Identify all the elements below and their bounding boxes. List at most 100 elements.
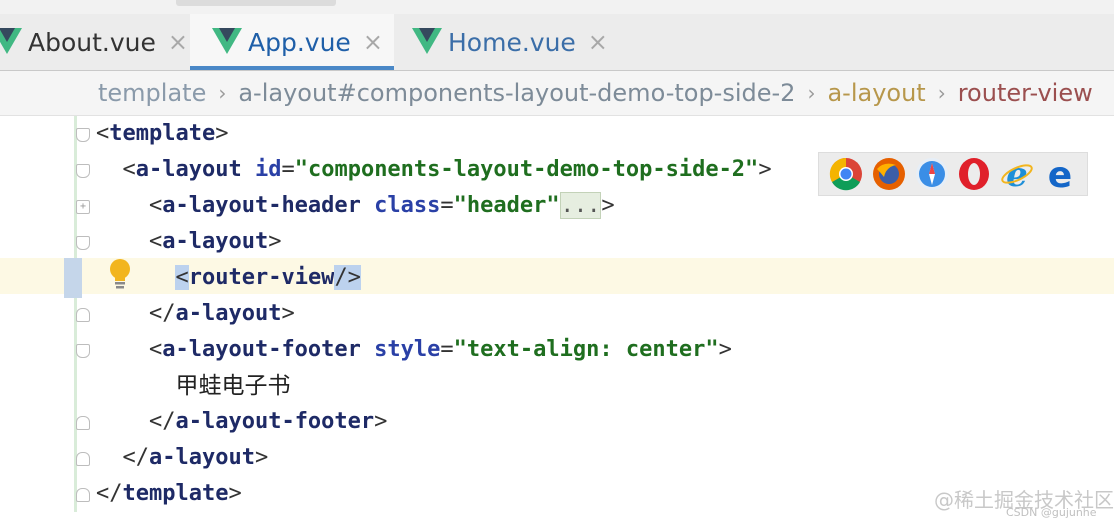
code-editor[interactable]: + <template> <a-layout id="components-la…	[0, 116, 1114, 525]
code-token: <	[148, 193, 163, 218]
tag-name: a-layout-footer	[175, 409, 375, 434]
close-icon[interactable]: ×	[168, 28, 188, 56]
tab-label: About.vue	[28, 27, 156, 57]
caret-line-marker	[64, 258, 82, 298]
tab-home-vue[interactable]: Home.vue ×	[412, 14, 622, 70]
code-line[interactable]: <template>	[96, 116, 228, 152]
code-token: <	[96, 121, 110, 146]
tag-name: a-layout-footer	[162, 337, 361, 362]
code-line[interactable]: </a-layout>	[96, 296, 295, 332]
fold-toggle-icon[interactable]	[76, 452, 90, 466]
code-token: >	[254, 445, 269, 470]
edge-icon[interactable]: e	[1043, 157, 1077, 191]
folded-code-placeholder[interactable]: ...	[559, 192, 602, 219]
tag-name: a-layout	[135, 157, 242, 182]
code-line[interactable]: <a-layout id="components-layout-demo-top…	[96, 152, 772, 188]
selected-bracket: <	[175, 265, 189, 290]
tab-label: Home.vue	[448, 27, 576, 57]
code-line[interactable]: <router-view/>	[96, 260, 361, 296]
breadcrumb-separator: ›	[937, 81, 946, 105]
window-grab-area	[176, 0, 336, 6]
tag-name: template	[122, 481, 229, 506]
attribute-value: "header"	[453, 193, 560, 218]
text-content: 甲蛙电子书	[175, 373, 291, 399]
tag-name: a-layout	[175, 301, 282, 326]
browser-preview-toolbar: e e	[818, 152, 1088, 196]
code-token: </	[148, 301, 176, 326]
breadcrumb-item-template[interactable]: template	[98, 79, 206, 107]
editor-tab-bar: About.vue × App.vue × Home.vue ×	[0, 14, 1114, 71]
code-line[interactable]: </a-layout-footer>	[96, 404, 387, 440]
fold-expand-icon[interactable]: +	[76, 200, 90, 214]
code-token: =	[281, 157, 295, 182]
code-line[interactable]: <a-layout-header class="header"...>	[96, 188, 615, 224]
breadcrumb-item-a-layout[interactable]: a-layout	[827, 79, 925, 107]
fold-toggle-icon[interactable]	[76, 344, 90, 358]
selected-bracket: />	[334, 265, 361, 290]
code-line[interactable]: </a-layout>	[96, 440, 269, 476]
tag-name: a-layout	[149, 445, 255, 470]
code-line[interactable]: <a-layout-footer style="text-align: cent…	[96, 332, 732, 368]
safari-icon[interactable]	[915, 157, 949, 191]
fold-toggle-icon[interactable]	[76, 236, 90, 250]
attribute-name: id	[254, 157, 282, 182]
code-token: >	[268, 229, 282, 254]
fold-toggle-icon[interactable]	[76, 308, 90, 322]
fold-toggle-icon[interactable]	[76, 128, 90, 142]
breadcrumb-separator: ›	[218, 81, 227, 105]
breadcrumb-separator: ›	[807, 81, 816, 105]
watermark-csdn: CSDN @gujunhe	[1006, 506, 1097, 519]
attribute-value: "components-layout-demo-top-side-2"	[294, 157, 759, 182]
code-token: <	[148, 337, 163, 362]
breadcrumb: template › a-layout#components-layout-de…	[0, 71, 1114, 116]
tag-name: a-layout	[162, 229, 269, 254]
code-token: >	[718, 337, 732, 362]
tag-name: router-view	[188, 265, 335, 290]
code-token: >	[228, 481, 242, 506]
window-top-strip	[0, 0, 1114, 15]
code-token: >	[601, 193, 615, 218]
chrome-icon[interactable]	[829, 157, 863, 191]
tab-about-vue[interactable]: About.vue ×	[0, 14, 188, 70]
svg-text:e: e	[1006, 157, 1028, 191]
opera-icon[interactable]	[957, 157, 991, 191]
code-token: <	[122, 157, 136, 182]
breadcrumb-item-a-layout-id[interactable]: a-layout#components-layout-demo-top-side…	[238, 79, 795, 107]
attribute-value: "text-align: center"	[453, 337, 719, 362]
code-token: =	[440, 337, 454, 362]
ie-icon[interactable]: e	[1000, 157, 1034, 191]
tag-name: template	[109, 121, 216, 146]
editor-gutter: +	[0, 116, 130, 525]
fold-toggle-icon[interactable]	[76, 164, 90, 178]
attribute-name: class	[374, 193, 441, 218]
code-token: >	[758, 157, 772, 182]
vue-icon	[212, 28, 242, 54]
attribute-name: style	[374, 337, 441, 362]
fold-toggle-icon[interactable]	[76, 488, 90, 502]
code-line[interactable]: </template>	[96, 476, 242, 512]
fold-toggle-icon[interactable]	[76, 416, 90, 430]
code-token: >	[281, 301, 295, 326]
code-token: >	[374, 409, 388, 434]
close-icon[interactable]: ×	[588, 28, 608, 56]
code-line[interactable]: 甲蛙电子书	[96, 368, 290, 404]
code-line[interactable]: <a-layout>	[96, 224, 281, 260]
code-token: =	[440, 193, 454, 218]
code-token: </	[148, 409, 176, 434]
firefox-icon[interactable]	[872, 157, 906, 191]
breadcrumb-item-router-view[interactable]: router-view	[958, 79, 1093, 107]
tab-app-vue[interactable]: App.vue ×	[190, 14, 394, 70]
code-token: </	[122, 445, 150, 470]
tag-name: a-layout-header	[162, 193, 361, 218]
close-icon[interactable]: ×	[363, 28, 383, 56]
